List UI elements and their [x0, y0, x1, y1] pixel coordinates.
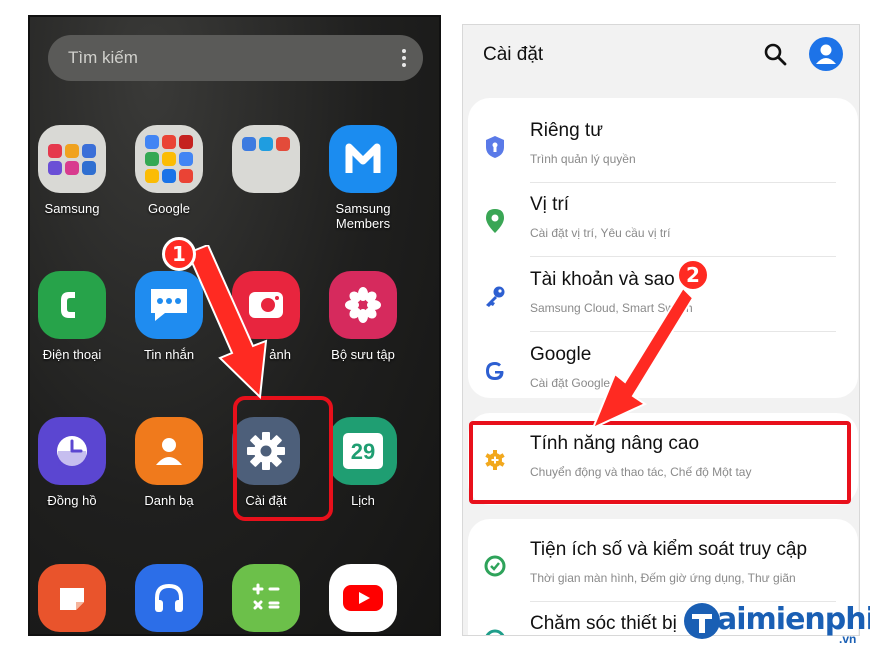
- app-label: Điện thoại: [42, 347, 102, 362]
- divider: [530, 182, 836, 183]
- app-folder[interactable]: [221, 125, 311, 201]
- home-search-bar[interactable]: Tìm kiếm: [48, 35, 423, 81]
- settings-item-location[interactable]: Vị trí Cài đặt vị trí, Yêu cầu vị trí: [468, 184, 858, 256]
- digital-wellbeing-icon: [482, 553, 508, 579]
- app-notes[interactable]: [30, 564, 117, 632]
- app-label: Bộ sưu tập: [331, 347, 395, 362]
- item-subtitle: Trình quản lý quyền: [530, 152, 636, 166]
- samsung-folder-icon: [38, 125, 106, 193]
- app-contacts[interactable]: Danh bạ: [124, 417, 214, 508]
- app-music[interactable]: [124, 564, 214, 632]
- youtube-icon: [329, 564, 397, 632]
- app-label: Danh bạ: [144, 493, 194, 508]
- settings-app-highlight: [233, 396, 333, 521]
- app-label: Samsung: [44, 201, 100, 216]
- app-samsung-folder[interactable]: Samsung: [30, 125, 117, 216]
- watermark-suffix: .vn: [839, 632, 857, 646]
- more-options-icon[interactable]: [401, 47, 407, 69]
- samsung-members-icon: [329, 125, 397, 193]
- page-title: Cài đặt: [483, 44, 544, 65]
- settings-item-digital-wellbeing[interactable]: Tiện ích số và kiểm soát truy cập Thời g…: [468, 529, 858, 601]
- app-calculator[interactable]: [221, 564, 311, 632]
- item-subtitle: Cài đặt vị trí, Yêu cầu vị trí: [530, 226, 671, 240]
- watermark-logo: aimienphi .vn: [683, 600, 870, 646]
- item-title: Vị trí: [530, 194, 570, 215]
- app-gallery[interactable]: Bộ sưu tập: [318, 271, 408, 362]
- app-samsung-members[interactable]: Samsung Members: [318, 125, 408, 231]
- location-pin-icon: [482, 208, 508, 234]
- item-title: Chăm sóc thiết bị: [530, 613, 677, 634]
- search-placeholder: Tìm kiếm: [68, 48, 138, 67]
- step-badge-2: 2: [676, 258, 710, 292]
- app-google-folder[interactable]: Google: [124, 125, 214, 216]
- step-badge-1: 1: [162, 237, 196, 271]
- app-label: Google: [148, 201, 190, 216]
- calculator-icon: [232, 564, 300, 632]
- google-folder-icon: [135, 125, 203, 193]
- calendar-date: 29: [343, 433, 383, 469]
- item-title: Riêng tư: [530, 120, 603, 141]
- shield-icon: [482, 134, 508, 160]
- headphones-icon: [135, 564, 203, 632]
- phone-icon: [38, 271, 106, 339]
- arrow-to-advanced-features-icon: [591, 286, 695, 430]
- notes-icon: [38, 564, 106, 632]
- app-youtube[interactable]: [318, 564, 408, 632]
- contacts-icon: [135, 417, 203, 485]
- settings-item-privacy[interactable]: Riêng tư Trình quản lý quyền: [468, 110, 858, 182]
- calendar-icon: 29: [329, 417, 397, 485]
- gallery-flower-icon: [329, 271, 397, 339]
- folder-icon: [232, 125, 300, 193]
- item-title: Tiện ích số và kiểm soát truy cập: [530, 539, 808, 560]
- app-clock[interactable]: Đồng hồ: [30, 417, 117, 508]
- watermark-t-icon: [684, 603, 720, 639]
- device-care-icon: [482, 627, 508, 635]
- search-icon[interactable]: [763, 42, 789, 68]
- account-avatar-icon[interactable]: [809, 37, 843, 71]
- clock-icon: [38, 417, 106, 485]
- settings-header: Cài đặt: [463, 25, 859, 85]
- app-phone[interactable]: Điện thoại: [30, 271, 117, 362]
- divider: [530, 256, 836, 257]
- key-icon: [482, 283, 508, 309]
- app-label: Đồng hồ: [47, 493, 97, 508]
- item-subtitle: Thời gian màn hình, Đếm giờ ứng dụng, Th…: [530, 571, 796, 585]
- google-icon: [482, 358, 508, 384]
- app-label: Samsung Members: [335, 201, 391, 231]
